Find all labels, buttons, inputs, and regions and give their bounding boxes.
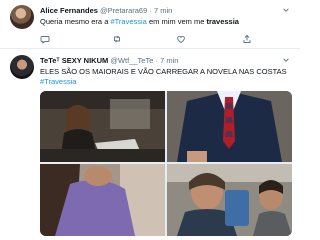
text-segment: em mim vem me [146, 17, 207, 26]
photo-woman-office[interactable] [40, 91, 165, 162]
user-handle[interactable]: @Pretarara69 [100, 6, 147, 15]
text-bold-segment: travessia [206, 17, 239, 26]
avatar[interactable] [10, 55, 34, 79]
chevron-down-icon[interactable] [282, 56, 290, 64]
timestamp[interactable]: 7 min [154, 6, 172, 15]
hashtag-link[interactable]: #Travessia [40, 77, 76, 86]
media-grid[interactable] [40, 91, 292, 236]
separator: · [149, 6, 152, 15]
share-icon[interactable] [242, 34, 252, 44]
user-name[interactable]: Alice Fernandes [40, 6, 98, 15]
avatar[interactable] [10, 5, 34, 29]
user-name[interactable]: TeTeᵀ SEXY NIKUM [40, 56, 108, 65]
like-icon[interactable] [176, 34, 186, 44]
timestamp[interactable]: 7 min [160, 56, 178, 65]
separator: · [155, 56, 159, 65]
tweet-header: Alice Fernandes @Pretarara69 · 7 min [40, 6, 172, 15]
reply-icon[interactable] [40, 34, 50, 44]
hashtag-link[interactable]: #Travessia [110, 17, 146, 26]
user-handle[interactable]: @Wtf__TeTe [110, 56, 153, 65]
tweet-text: Queria mesmo era a #Travessia em mim vem… [40, 17, 239, 27]
tweet-actions [40, 34, 280, 44]
photo-man-suit[interactable] [167, 91, 292, 162]
photo-man-tablet[interactable] [167, 164, 292, 236]
text-segment: Queria mesmo era a [40, 17, 111, 26]
chevron-down-icon[interactable] [282, 6, 290, 14]
tweet-text: ELES SÃO OS MAIORAIS E VÃO CARREGAR A NO… [40, 67, 287, 76]
tweet-header: TeTeᵀ SEXY NIKUM @Wtf__TeTe · 7 min [40, 56, 178, 65]
photo-woman-purple[interactable] [40, 164, 165, 236]
tweet[interactable]: Alice Fernandes @Pretarara69 · 7 min Que… [0, 0, 300, 49]
retweet-icon[interactable] [112, 34, 122, 44]
